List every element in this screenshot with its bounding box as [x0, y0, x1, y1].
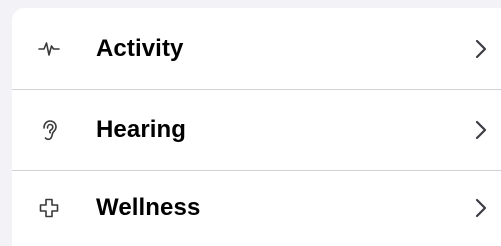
ear-icon	[38, 119, 60, 141]
settings-list-card: Activity Hearing Wellness	[12, 8, 501, 246]
list-item-label: Activity	[96, 34, 184, 62]
wellness-cross-icon	[38, 197, 60, 219]
list-item-label: Hearing	[96, 115, 187, 143]
activity-pulse-icon	[38, 38, 60, 60]
list-item-hearing[interactable]: Hearing	[12, 89, 501, 170]
chevron-right-icon	[475, 198, 487, 218]
list-item-label: Wellness	[96, 194, 201, 221]
chevron-right-icon	[475, 120, 487, 140]
chevron-right-icon	[475, 39, 487, 59]
list-item-wellness[interactable]: Wellness	[12, 170, 501, 246]
list-item-activity[interactable]: Activity	[12, 8, 501, 89]
